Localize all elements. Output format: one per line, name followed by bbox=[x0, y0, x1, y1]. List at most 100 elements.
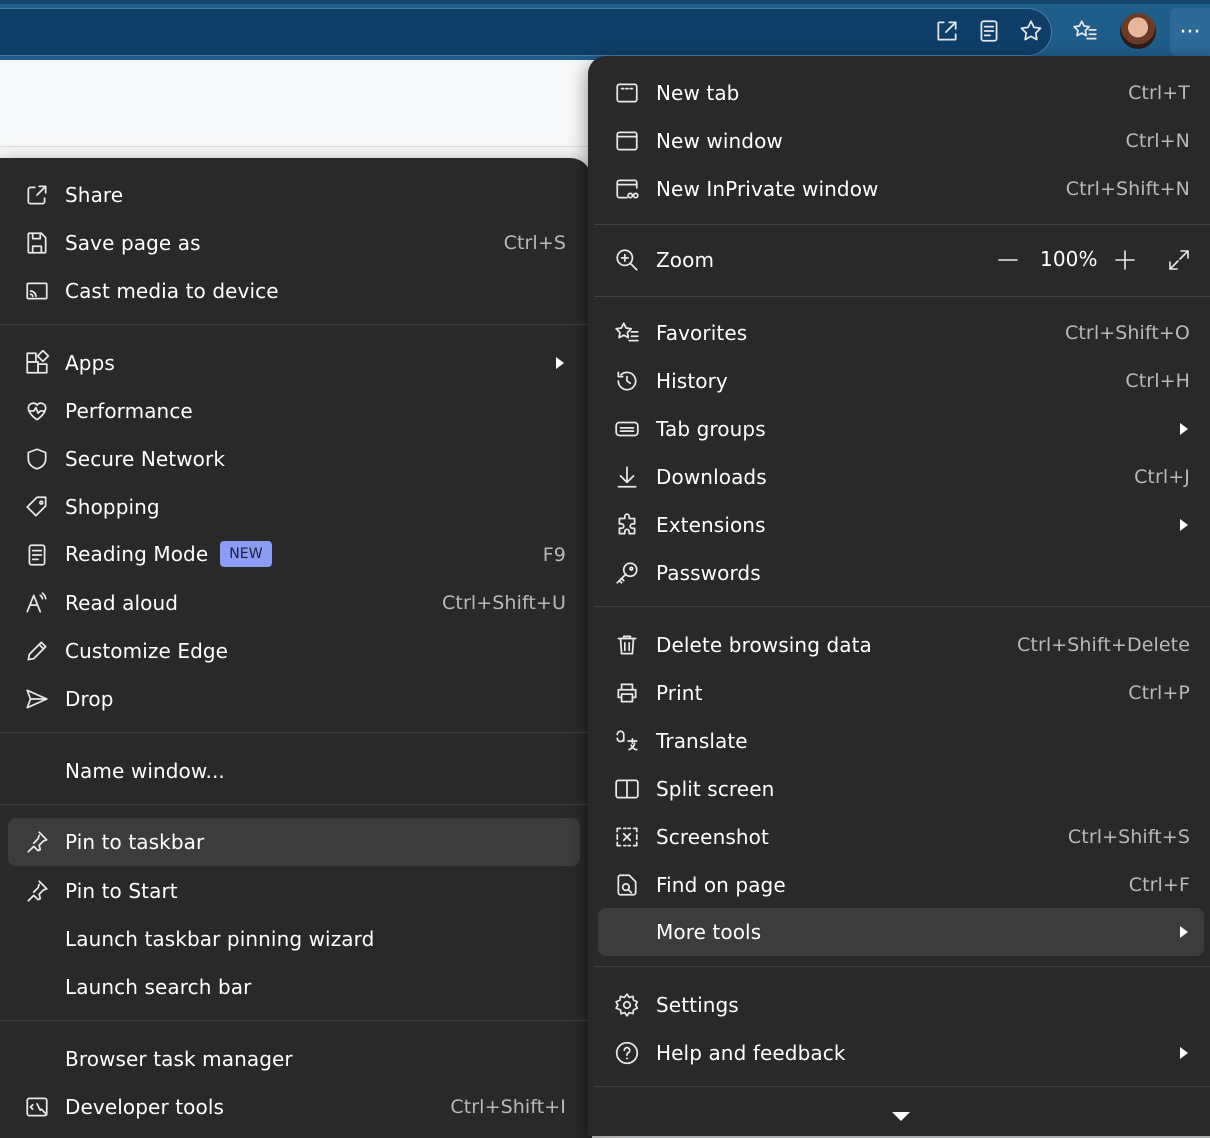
submenu-arrow-icon bbox=[1180, 423, 1188, 435]
fullscreen-icon[interactable] bbox=[1164, 245, 1194, 275]
new-tab-icon bbox=[613, 79, 641, 107]
toolbar-top-edge bbox=[0, 0, 1210, 4]
menu-item-new-tab[interactable]: New tab Ctrl+T bbox=[598, 70, 1204, 116]
menu-separator bbox=[594, 606, 1210, 607]
more-icon[interactable]: ··· bbox=[1170, 8, 1210, 56]
menu-separator bbox=[594, 966, 1210, 967]
menu-item-screenshot[interactable]: Screenshot Ctrl+Shift+S bbox=[598, 814, 1204, 860]
tag-icon bbox=[23, 493, 51, 521]
scroll-down-icon[interactable] bbox=[892, 1112, 910, 1121]
print-icon bbox=[613, 679, 641, 707]
menu-separator bbox=[0, 324, 592, 325]
menu-separator bbox=[0, 1020, 592, 1021]
shield-icon bbox=[23, 445, 51, 473]
pin-icon bbox=[23, 828, 51, 856]
developer-tools-icon bbox=[23, 1093, 51, 1121]
submenu-arrow-icon bbox=[1180, 1047, 1188, 1059]
more-tools-submenu: Share Save page as Ctrl+S Cast media to … bbox=[0, 158, 592, 1138]
zoom-icon bbox=[613, 246, 641, 274]
menu-item-performance[interactable]: Performance bbox=[8, 388, 580, 434]
reading-mode-icon bbox=[23, 541, 51, 569]
find-icon bbox=[613, 871, 641, 899]
zoom-level: 100% bbox=[1040, 247, 1098, 271]
menu-item-secure-network[interactable]: Secure Network bbox=[8, 436, 580, 482]
submenu-arrow-icon bbox=[1180, 519, 1188, 531]
zoom-in-button[interactable] bbox=[1110, 245, 1140, 275]
apps-icon bbox=[23, 349, 51, 377]
menu-item-zoom: Zoom 100% bbox=[598, 237, 1204, 283]
menu-item-cast-media[interactable]: Cast media to device bbox=[8, 268, 580, 314]
menu-item-launch-search-bar[interactable]: Launch search bar bbox=[8, 964, 580, 1010]
help-icon bbox=[613, 1039, 641, 1067]
send-icon bbox=[23, 685, 51, 713]
menu-item-drop[interactable]: Drop bbox=[8, 676, 580, 722]
menu-item-downloads[interactable]: Downloads Ctrl+J bbox=[598, 454, 1204, 500]
reading-view-icon[interactable] bbox=[972, 14, 1006, 48]
favorites-icon[interactable] bbox=[1068, 14, 1102, 48]
menu-item-save-page-as[interactable]: Save page as Ctrl+S bbox=[8, 220, 580, 266]
menu-item-print[interactable]: Print Ctrl+P bbox=[598, 670, 1204, 716]
menu-item-pin-to-taskbar[interactable]: Pin to taskbar bbox=[8, 818, 580, 866]
new-badge: NEW bbox=[220, 541, 272, 568]
menu-item-help-and-feedback[interactable]: Help and feedback bbox=[598, 1030, 1204, 1076]
page-content bbox=[0, 62, 600, 147]
menu-item-apps[interactable]: Apps bbox=[8, 340, 580, 386]
menu-item-browser-task-manager[interactable]: Browser task manager bbox=[8, 1036, 580, 1082]
favorites-icon bbox=[613, 319, 641, 347]
menu-separator bbox=[594, 224, 1210, 225]
menu-item-taskbar-pinning-wizard[interactable]: Launch taskbar pinning wizard bbox=[8, 916, 580, 962]
submenu-arrow-icon bbox=[1180, 926, 1188, 938]
menu-item-read-aloud[interactable]: Read aloud Ctrl+Shift+U bbox=[8, 580, 580, 626]
menu-item-share[interactable]: Share bbox=[8, 172, 580, 218]
menu-item-reading-mode[interactable]: Reading Mode NEW F9 bbox=[8, 532, 580, 578]
menu-item-developer-tools[interactable]: Developer tools Ctrl+Shift+I bbox=[8, 1084, 580, 1130]
menu-separator bbox=[594, 296, 1210, 297]
menu-separator bbox=[0, 732, 592, 733]
menu-item-extensions[interactable]: Extensions bbox=[598, 502, 1204, 548]
menu-item-more-tools[interactable]: More tools bbox=[598, 908, 1204, 956]
submenu-arrow-icon bbox=[556, 357, 564, 369]
download-icon bbox=[613, 463, 641, 491]
share-icon bbox=[23, 181, 51, 209]
history-icon bbox=[613, 367, 641, 395]
favorite-star-icon[interactable] bbox=[1014, 14, 1048, 48]
menu-separator bbox=[0, 804, 592, 805]
trash-icon bbox=[613, 631, 641, 659]
menu-item-new-inprivate-window[interactable]: New InPrivate window Ctrl+Shift+N bbox=[598, 166, 1204, 212]
menu-item-new-window[interactable]: New window Ctrl+N bbox=[598, 118, 1204, 164]
save-icon bbox=[23, 229, 51, 257]
menu-item-find-on-page[interactable]: Find on page Ctrl+F bbox=[598, 862, 1204, 908]
menu-separator bbox=[594, 1086, 1210, 1087]
menu-item-translate[interactable]: Translate bbox=[598, 718, 1204, 764]
extensions-icon bbox=[613, 511, 641, 539]
menu-item-customize-edge[interactable]: Customize Edge bbox=[8, 628, 580, 674]
address-bar[interactable] bbox=[0, 8, 1052, 56]
performance-icon bbox=[23, 397, 51, 425]
menu-item-favorites[interactable]: Favorites Ctrl+Shift+O bbox=[598, 310, 1204, 356]
menu-item-history[interactable]: History Ctrl+H bbox=[598, 358, 1204, 404]
zoom-out-button[interactable] bbox=[993, 245, 1023, 275]
settings-and-more-menu: New tab Ctrl+T New window Ctrl+N New InP… bbox=[588, 56, 1210, 1136]
menu-item-passwords[interactable]: Passwords bbox=[598, 550, 1204, 596]
translate-icon bbox=[613, 727, 641, 755]
reading-mode-label: Reading Mode bbox=[65, 541, 209, 566]
read-aloud-icon bbox=[23, 589, 51, 617]
menu-item-delete-browsing-data[interactable]: Delete browsing data Ctrl+Shift+Delete bbox=[598, 622, 1204, 668]
menu-item-split-screen[interactable]: Split screen bbox=[598, 766, 1204, 812]
menu-item-pin-to-start[interactable]: Pin to Start bbox=[8, 868, 580, 914]
new-window-icon bbox=[613, 127, 641, 155]
pin-icon bbox=[23, 877, 51, 905]
split-screen-icon bbox=[613, 775, 641, 803]
menu-item-tab-groups[interactable]: Tab groups bbox=[598, 406, 1204, 452]
menu-item-name-window[interactable]: Name window... bbox=[8, 748, 580, 794]
screenshot-icon bbox=[613, 823, 641, 851]
menu-item-settings[interactable]: Settings bbox=[598, 982, 1204, 1028]
zoom-controls: 100% bbox=[988, 237, 1198, 283]
menu-item-shopping[interactable]: Shopping bbox=[8, 484, 580, 530]
cast-icon bbox=[23, 277, 51, 305]
profile-avatar[interactable] bbox=[1120, 13, 1156, 49]
tab-groups-icon bbox=[613, 415, 641, 443]
browser-toolbar: ··· bbox=[0, 0, 1210, 60]
open-in-app-icon[interactable] bbox=[930, 14, 964, 48]
key-icon bbox=[613, 559, 641, 587]
